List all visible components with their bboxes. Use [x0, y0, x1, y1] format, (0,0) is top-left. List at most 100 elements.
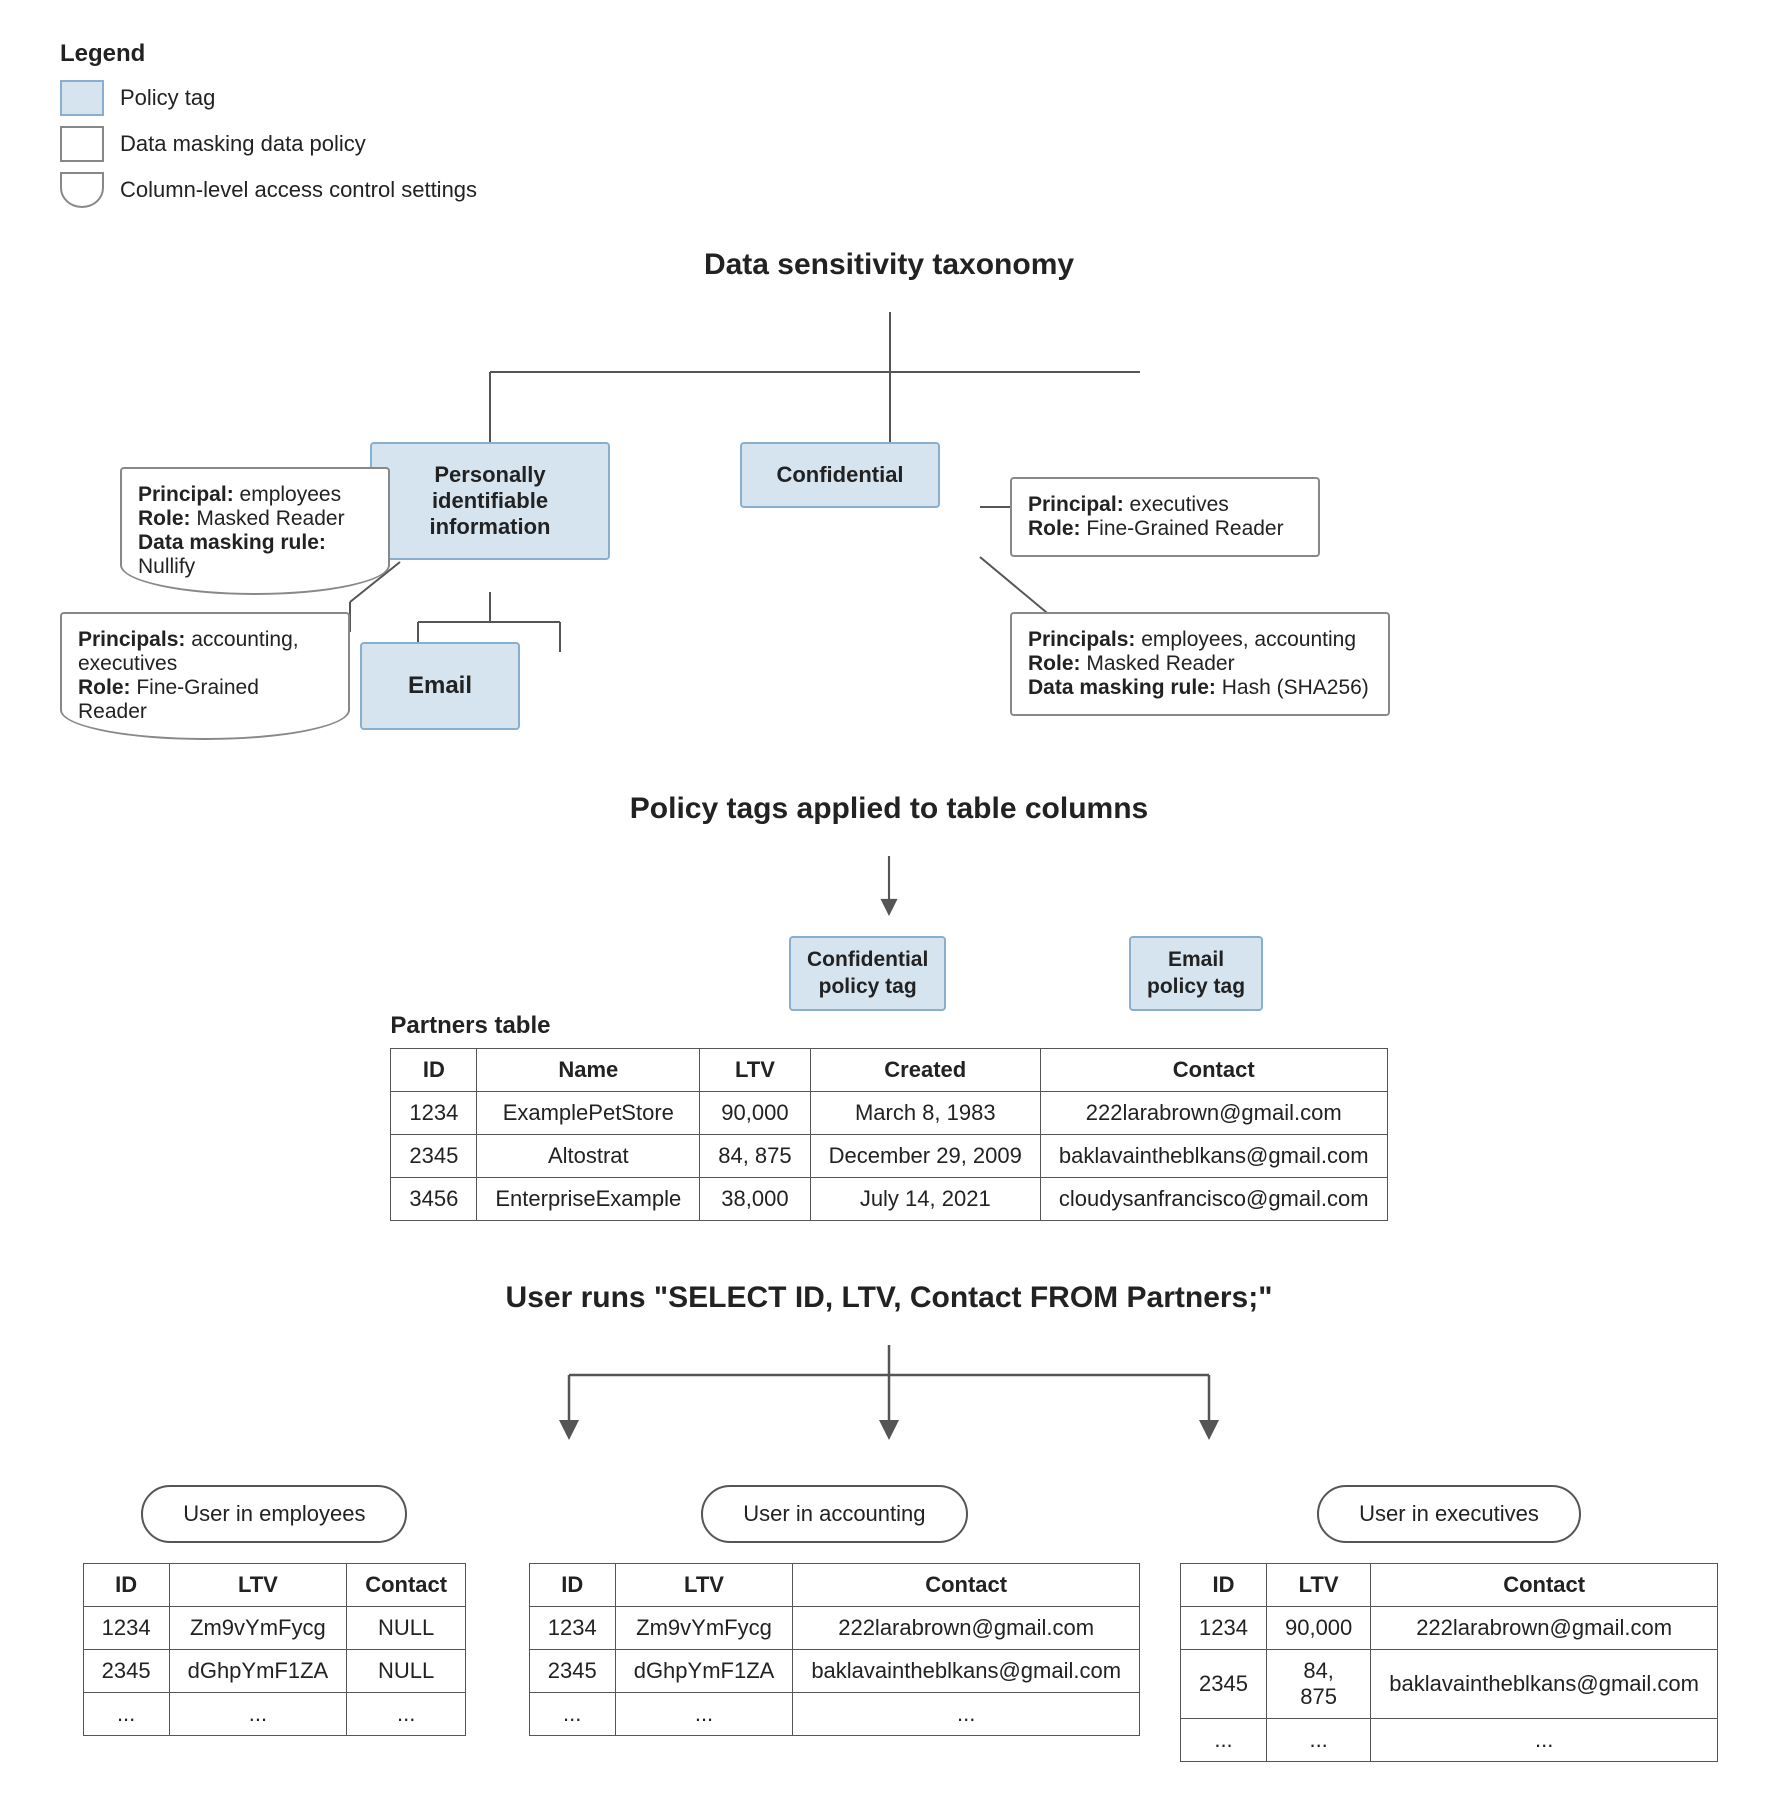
executives-settings-box: Principal: executivesRole: Fine-Grained … — [1010, 477, 1320, 557]
user-badge-2: User in executives — [1317, 1485, 1581, 1543]
user-table-header-row: IDLTVContact — [83, 1564, 465, 1607]
accounting-exec-settings-box: Principals: accounting, executivesRole: … — [60, 612, 350, 740]
policy-tag-icon — [60, 80, 104, 116]
user-cell-0-r2-c1: ... — [169, 1693, 347, 1736]
table-row: ......... — [529, 1693, 1139, 1736]
user-col-header: Contact — [347, 1564, 466, 1607]
table-row: 2345dGhpYmF1ZAbaklavaintheblkans@gmail.c… — [529, 1650, 1139, 1693]
user-cell-2-r2-c1: ... — [1266, 1719, 1370, 1762]
user-table-0: IDLTVContact1234Zm9vYmFycgNULL2345dGhpYm… — [83, 1563, 466, 1736]
confidential-node: Confidential — [740, 442, 940, 508]
select-title: User runs "SELECT ID, LTV, Contact FROM … — [60, 1281, 1718, 1315]
user-cell-0-r0-c2: NULL — [347, 1607, 466, 1650]
col-created: Created — [810, 1049, 1040, 1092]
email-policy-tag: Emailpolicy tag — [1129, 936, 1263, 1011]
user-col-header: Contact — [1371, 1564, 1718, 1607]
table-row: 2345Altostrat84, 875December 29, 2009bak… — [391, 1135, 1387, 1178]
user-cell-1-r2-c2: ... — [793, 1693, 1140, 1736]
table-row: 3456EnterpriseExample38,000July 14, 2021… — [391, 1178, 1387, 1221]
user-table-body-0: 1234Zm9vYmFycgNULL2345dGhpYmF1ZANULL....… — [83, 1607, 465, 1736]
user-cell-1-r1-c1: dGhpYmF1ZA — [615, 1650, 793, 1693]
cell-r2-c4: cloudysanfrancisco@gmail.com — [1040, 1178, 1387, 1221]
user-table-header-row: IDLTVContact — [1181, 1564, 1718, 1607]
cell-r1-c2: 84, 875 — [700, 1135, 810, 1178]
cell-r2-c2: 38,000 — [700, 1178, 810, 1221]
branch-arrows-svg — [439, 1345, 1339, 1445]
user-badge-1: User in accounting — [701, 1485, 967, 1543]
user-cell-1-r0-c1: Zm9vYmFycg — [615, 1607, 793, 1650]
user-col-header: LTV — [615, 1564, 793, 1607]
results-row: User in employeesIDLTVContact1234Zm9vYmF… — [60, 1485, 1718, 1762]
taxonomy-title: Data sensitivity taxonomy — [60, 248, 1718, 282]
branch-arrows-container — [60, 1345, 1718, 1445]
legend-label-policy-tag: Policy tag — [120, 85, 215, 111]
table-header-row: ID Name LTV Created Contact — [391, 1049, 1387, 1092]
emp-accounting-settings-box: Principals: employees, accountingRole: M… — [1010, 612, 1390, 716]
partners-table-label: Partners table — [390, 1012, 550, 1040]
column-access-icon — [60, 172, 104, 208]
user-cell-0-r2-c0: ... — [83, 1693, 169, 1736]
legend-label-masking: Data masking data policy — [120, 131, 366, 157]
cell-r0-c3: March 8, 1983 — [810, 1092, 1040, 1135]
pii-label: Personallyidentifiableinformation — [430, 462, 551, 539]
table-row: ......... — [1181, 1719, 1718, 1762]
cell-r2-c0: 3456 — [391, 1178, 477, 1221]
table-row: 2345dGhpYmF1ZANULL — [83, 1650, 465, 1693]
cell-r1-c1: Altostrat — [477, 1135, 700, 1178]
user-cell-0-r1-c2: NULL — [347, 1650, 466, 1693]
user-table-1: IDLTVContact1234Zm9vYmFycg222larabrown@g… — [529, 1563, 1140, 1736]
col-id: ID — [391, 1049, 477, 1092]
employees-settings-box: Principal: employeesRole: Masked ReaderD… — [120, 467, 390, 595]
email-node: Email — [360, 642, 520, 730]
col-name: Name — [477, 1049, 700, 1092]
user-cell-2-r1-c0: 2345 — [1181, 1650, 1267, 1719]
cell-r0-c4: 222larabrown@gmail.com — [1040, 1092, 1387, 1135]
table-row: ......... — [83, 1693, 465, 1736]
user-col-header: ID — [529, 1564, 615, 1607]
cell-r1-c3: December 29, 2009 — [810, 1135, 1040, 1178]
cell-r0-c0: 1234 — [391, 1092, 477, 1135]
cell-r1-c0: 2345 — [391, 1135, 477, 1178]
cell-r1-c4: baklavaintheblkans@gmail.com — [1040, 1135, 1387, 1178]
user-table-body-1: 1234Zm9vYmFycg222larabrown@gmail.com2345… — [529, 1607, 1139, 1736]
user-col-header: ID — [83, 1564, 169, 1607]
user-cell-1-r1-c0: 2345 — [529, 1650, 615, 1693]
policy-arrow — [60, 856, 1718, 916]
user-cell-2-r0-c2: 222larabrown@gmail.com — [1371, 1607, 1718, 1650]
email-label: Email — [408, 672, 472, 699]
executives-label: Principal: executivesRole: Fine-Grained … — [1028, 493, 1284, 540]
result-col-1: User in accounting IDLTVContact1234Zm9vYm… — [529, 1485, 1140, 1762]
table-row: 234584, 875baklavaintheblkans@gmail.com — [1181, 1650, 1718, 1719]
user-cell-2-r1-c2: baklavaintheblkans@gmail.com — [1371, 1650, 1718, 1719]
user-cell-0-r1-c0: 2345 — [83, 1650, 169, 1693]
pii-node: Personallyidentifiableinformation — [370, 442, 610, 560]
user-cell-0-r2-c2: ... — [347, 1693, 466, 1736]
partners-table-container: Partners table ID Name LTV Created Conta… — [390, 1012, 1387, 1221]
user-cell-0-r1-c1: dGhpYmF1ZA — [169, 1650, 347, 1693]
table-row: 1234Zm9vYmFycgNULL — [83, 1607, 465, 1650]
user-col-header: LTV — [1266, 1564, 1370, 1607]
user-cell-1-r1-c2: baklavaintheblkans@gmail.com — [793, 1650, 1140, 1693]
user-badge-0: User in employees — [141, 1485, 407, 1543]
partners-area: Confidentialpolicy tag Emailpolicy tag P… — [60, 936, 1718, 1221]
emp-accounting-label: Principals: employees, accountingRole: M… — [1028, 628, 1369, 699]
user-cell-2-r0-c0: 1234 — [1181, 1607, 1267, 1650]
cell-r0-c2: 90,000 — [700, 1092, 810, 1135]
table-row: 1234ExamplePetStore90,000March 8, 198322… — [391, 1092, 1387, 1135]
user-cell-1-r0-c0: 1234 — [529, 1607, 615, 1650]
accounting-exec-label: Principals: accounting, executivesRole: … — [78, 628, 299, 723]
confidential-label: Confidential — [776, 462, 903, 487]
user-cell-0-r0-c1: Zm9vYmFycg — [169, 1607, 347, 1650]
partners-table: ID Name LTV Created Contact 1234ExampleP… — [390, 1048, 1387, 1221]
policy-section-title: Policy tags applied to table columns — [60, 792, 1718, 826]
user-table-2: IDLTVContact123490,000222larabrown@gmail… — [1180, 1563, 1718, 1762]
table-row: 123490,000222larabrown@gmail.com — [1181, 1607, 1718, 1650]
employees-principal-label: Principal: employeesRole: Masked ReaderD… — [138, 483, 345, 578]
legend-item-policy-tag: Policy tag — [60, 80, 1718, 116]
partners-table-body: 1234ExamplePetStore90,000March 8, 198322… — [391, 1092, 1387, 1221]
user-cell-1-r2-c0: ... — [529, 1693, 615, 1736]
user-cell-2-r2-c2: ... — [1371, 1719, 1718, 1762]
result-col-2: User in executives IDLTVContact123490,000… — [1180, 1485, 1718, 1762]
taxonomy-diagram: Personallyidentifiableinformation Confid… — [60, 312, 1720, 752]
user-table-body-2: 123490,000222larabrown@gmail.com234584, … — [1181, 1607, 1718, 1762]
